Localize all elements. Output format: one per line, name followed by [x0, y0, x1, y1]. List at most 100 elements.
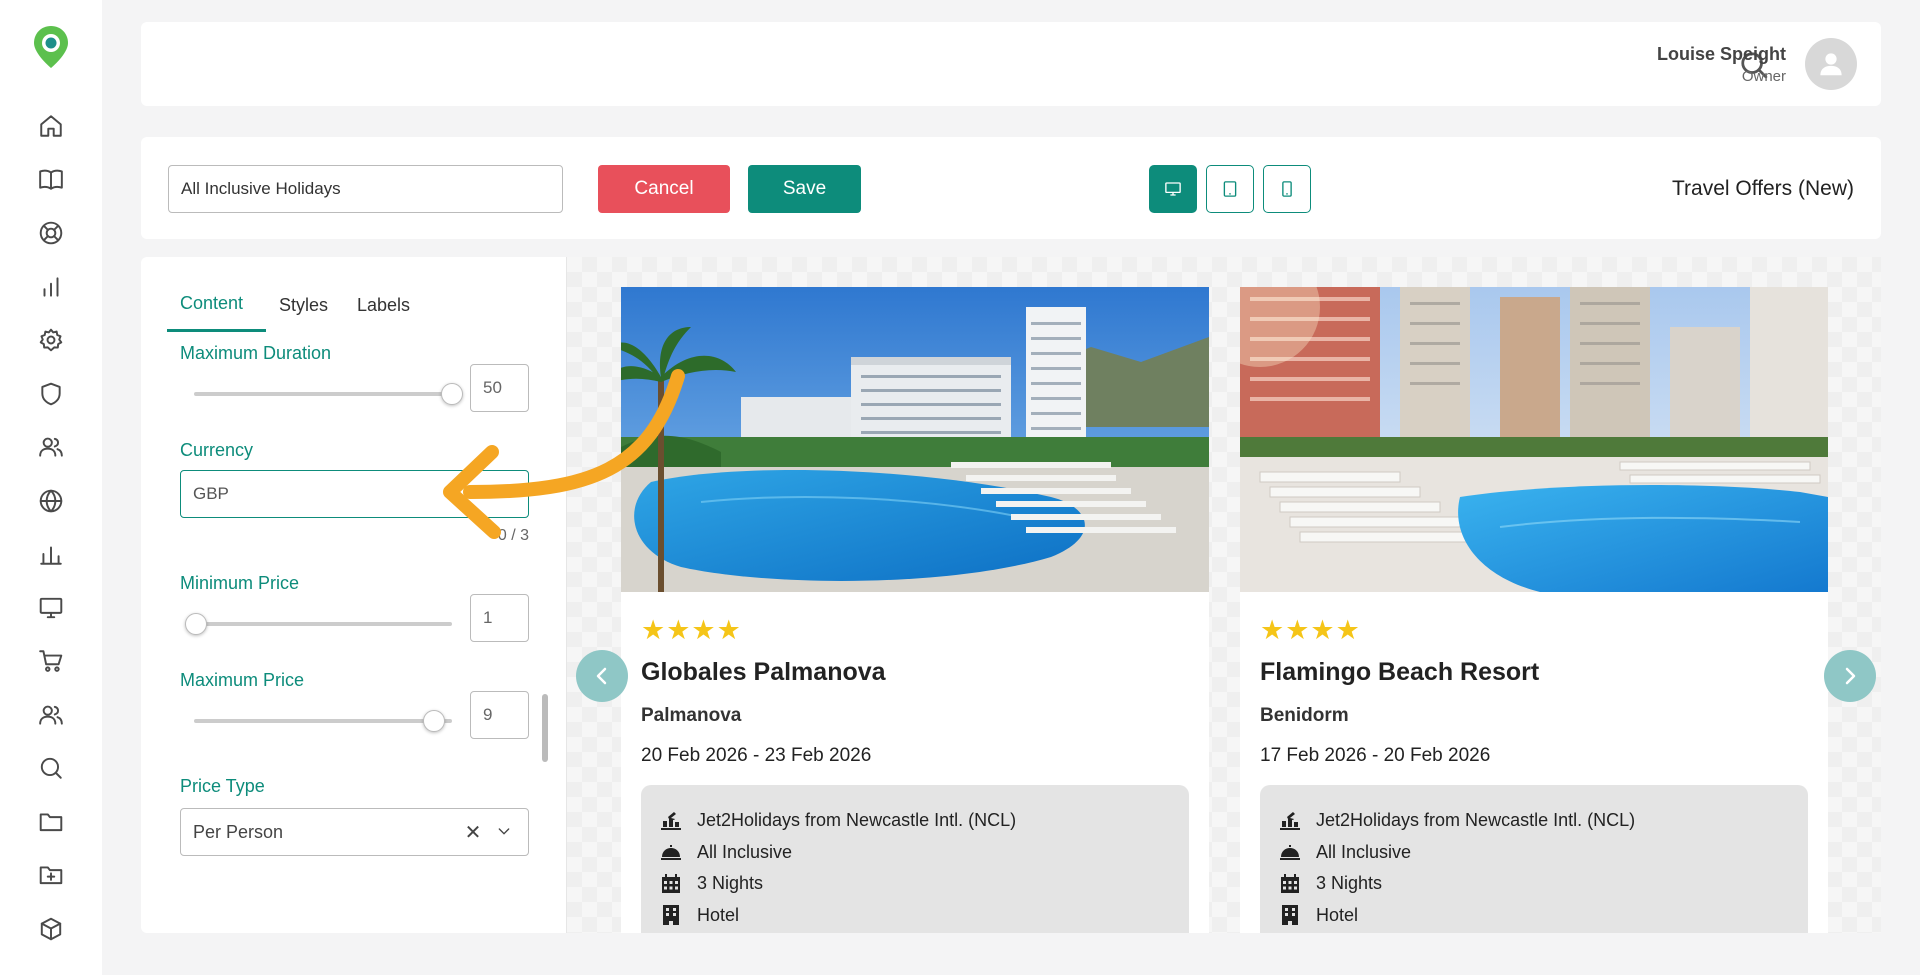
tab-labels[interactable]: Labels — [357, 295, 410, 316]
mobile-view-button[interactable] — [1263, 165, 1311, 213]
user-avatar-icon — [1820, 53, 1842, 76]
clear-icon[interactable]: ✕ — [462, 820, 484, 845]
service-bell-icon — [1280, 845, 1300, 861]
chevron-left-icon — [596, 667, 607, 685]
offer-details-box: Jet2Holidays from Newcastle Intl. (NCL) … — [1260, 785, 1808, 933]
max-price-label: Maximum Price — [180, 670, 305, 690]
desktop-view-button[interactable] — [1149, 165, 1197, 213]
max-duration-slider[interactable] — [194, 383, 463, 405]
price-type-label: Price Type — [180, 776, 265, 796]
top-header: Louise Speight Owner — [141, 22, 1881, 106]
globe-icon[interactable] — [37, 487, 65, 515]
accommodation-text: Hotel — [1316, 904, 1359, 925]
chevron-down-icon[interactable] — [492, 823, 516, 842]
accommodation-row: Hotel — [1278, 900, 1790, 932]
editor-toolbar: Cancel Save Travel Offers (New) — [141, 137, 1881, 239]
max-price-input[interactable] — [470, 691, 529, 739]
user-name: Louise Speight — [1656, 44, 1786, 64]
nights-text: 3 Nights — [1316, 873, 1383, 894]
board-text: All Inclusive — [697, 841, 793, 862]
calendar-icon — [1281, 873, 1299, 893]
price-type-select[interactable]: Per Person ✕ — [180, 808, 529, 856]
max-price-slider-thumb[interactable] — [423, 710, 445, 732]
service-bell-icon — [661, 845, 681, 861]
tab-content[interactable]: Content — [180, 293, 243, 314]
board-row: All Inclusive — [1278, 837, 1790, 869]
sidebar — [0, 0, 102, 975]
logo-pin-icon[interactable] — [31, 24, 71, 70]
analytics-icon[interactable] — [37, 540, 65, 568]
hotel-building-icon — [1282, 905, 1298, 926]
currency-input[interactable] — [180, 470, 529, 518]
hotel-photo — [621, 287, 1209, 592]
tab-styles[interactable]: Styles — [279, 295, 328, 316]
airport-icon — [1280, 811, 1300, 830]
book-icon[interactable] — [37, 165, 65, 193]
max-price-slider[interactable] — [194, 710, 452, 732]
hotel-photo — [1240, 287, 1828, 592]
carousel-next-button[interactable] — [1824, 650, 1876, 702]
board-text: All Inclusive — [1316, 841, 1412, 862]
star-rating: ★★★★ — [641, 615, 742, 645]
offer-card[interactable]: ★★★★ Flamingo Beach Resort Benidorm 17 F… — [1240, 287, 1828, 933]
shield-icon[interactable] — [37, 380, 65, 408]
lifebuoy-icon[interactable] — [37, 219, 65, 247]
monitor-icon[interactable] — [37, 594, 65, 622]
max-duration-label: Maximum Duration — [180, 343, 332, 363]
star-rating: ★★★★ — [1260, 615, 1361, 645]
save-button[interactable]: Save — [748, 165, 861, 213]
min-price-input[interactable] — [470, 594, 529, 642]
min-price-slider-thumb[interactable] — [185, 613, 207, 635]
max-duration-slider-thumb[interactable] — [441, 383, 463, 405]
airport-icon — [661, 811, 681, 830]
folder-plus-icon[interactable] — [37, 861, 65, 889]
panel-scrollbar[interactable] — [542, 694, 548, 762]
offer-name-input[interactable] — [168, 165, 563, 213]
users-icon[interactable] — [37, 433, 65, 461]
tablet-view-button[interactable] — [1206, 165, 1254, 213]
min-price-label: Minimum Price — [180, 573, 300, 593]
hotel-location: Palmanova — [641, 705, 742, 726]
cancel-button[interactable]: Cancel — [598, 165, 730, 213]
search-icon[interactable] — [37, 754, 65, 782]
board-row: All Inclusive — [659, 837, 1171, 869]
desktop-icon — [1165, 182, 1181, 196]
tablet-icon — [1223, 181, 1237, 197]
active-tab-indicator — [167, 329, 266, 332]
price-type-value: Per Person — [193, 821, 284, 842]
cube-icon[interactable] — [37, 915, 65, 943]
nights-row: 3 Nights — [1278, 868, 1790, 900]
offer-card[interactable]: ★★★★ Globales Palmanova Palmanova 20 Feb… — [621, 287, 1209, 933]
flight-row: Jet2Holidays from Newcastle Intl. (NCL) — [1278, 805, 1790, 837]
travel-dates: 17 Feb 2026 - 20 Feb 2026 — [1260, 745, 1491, 766]
gear-icon[interactable] — [37, 326, 65, 354]
cart-icon[interactable] — [37, 647, 65, 675]
hotel-name: Globales Palmanova — [641, 658, 886, 686]
content-editor-panel: Content Styles Labels Maximum Duration C… — [141, 257, 566, 933]
min-price-slider[interactable] — [185, 613, 452, 635]
currency-char-counter: 0 / 3 — [497, 527, 529, 544]
bar-chart-icon[interactable] — [37, 273, 65, 301]
accommodation-row: Hotel — [659, 900, 1171, 932]
avatar[interactable] — [1805, 38, 1857, 90]
currency-label: Currency — [180, 440, 254, 460]
home-icon[interactable] — [37, 112, 65, 140]
flight-row: Jet2Holidays from Newcastle Intl. (NCL) — [659, 805, 1171, 837]
team-icon[interactable] — [37, 701, 65, 729]
calendar-icon — [662, 873, 680, 893]
flight-text: Jet2Holidays from Newcastle Intl. (NCL) — [1316, 810, 1636, 831]
offer-details-box: Jet2Holidays from Newcastle Intl. (NCL) … — [641, 785, 1189, 933]
user-role: Owner — [1741, 68, 1786, 85]
hotel-building-icon — [663, 905, 679, 926]
folder-icon[interactable] — [37, 808, 65, 836]
accommodation-text: Hotel — [697, 904, 740, 925]
page-title: Travel Offers (New) — [1671, 177, 1854, 200]
mobile-icon — [1282, 181, 1292, 197]
flight-text: Jet2Holidays from Newcastle Intl. (NCL) — [697, 810, 1017, 831]
max-duration-input[interactable] — [470, 364, 529, 412]
hotel-name: Flamingo Beach Resort — [1260, 658, 1540, 686]
chevron-right-icon — [1845, 667, 1856, 685]
carousel-prev-button[interactable] — [576, 650, 628, 702]
offer-preview: ★★★★ Globales Palmanova Palmanova 20 Feb… — [566, 257, 1881, 933]
hotel-location: Benidorm — [1260, 705, 1349, 726]
